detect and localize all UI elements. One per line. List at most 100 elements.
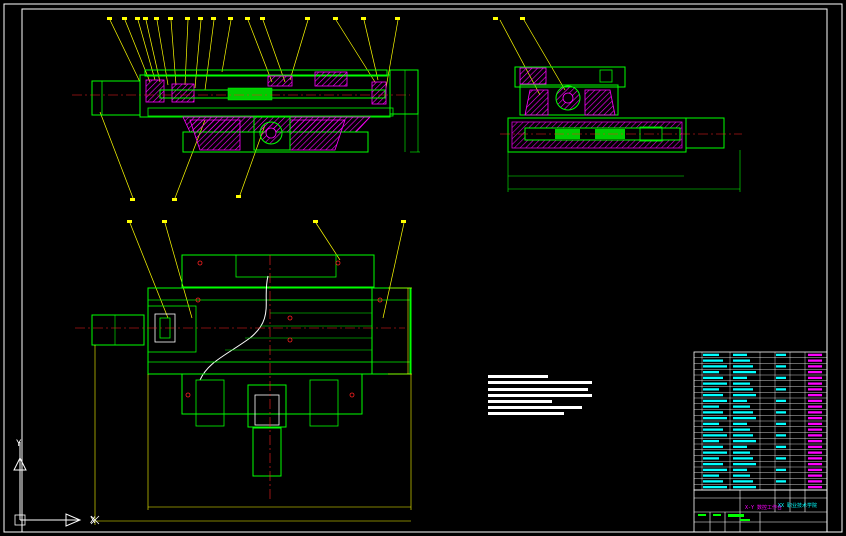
parts-list-code-cell xyxy=(703,457,719,460)
parts-list-note-cell xyxy=(808,388,822,391)
parts-list-code-cell xyxy=(703,359,723,362)
cad-drawing-canvas[interactable]: X-Y 数控工作台 XX 职业技术学院 Y X xyxy=(0,0,846,536)
parts-list-note-cell xyxy=(808,428,822,431)
parts-list-note-cell xyxy=(808,462,822,466)
parts-list-name-cell xyxy=(733,376,747,380)
parts-list-code-cell xyxy=(703,416,727,420)
ucs-y-label: Y xyxy=(16,439,22,449)
parts-list-code-cell xyxy=(703,393,723,397)
plan-view[interactable] xyxy=(75,220,412,525)
parts-list-code-cell xyxy=(703,405,719,408)
side-view[interactable] xyxy=(493,17,742,192)
parts-list-code-cell xyxy=(703,434,727,437)
y-axis-stepper-motor[interactable] xyxy=(685,117,725,149)
parts-list-code-cell xyxy=(703,376,723,380)
parts-list-name-cell xyxy=(733,474,750,477)
drawing-title: X-Y 数控工作台 xyxy=(745,504,782,511)
parts-list-code-cell xyxy=(703,422,719,426)
parts-list-code-cell xyxy=(703,353,719,357)
parts-list-note-cell xyxy=(808,359,822,362)
parts-list-name-cell xyxy=(733,405,750,408)
parts-list-name-cell xyxy=(733,365,753,368)
parts-list-code-cell xyxy=(703,468,727,472)
parts-list-code-cell xyxy=(703,388,719,391)
parts-list-material-cell xyxy=(776,445,786,449)
parts-list-name-cell xyxy=(733,468,747,472)
parts-list-name-cell xyxy=(733,411,753,414)
plan-dimensions xyxy=(94,287,412,525)
plan-hole-marks xyxy=(185,260,383,398)
parts-list-material-cell xyxy=(776,353,786,357)
parts-list-note-cell xyxy=(808,399,822,403)
parts-list-note-cell xyxy=(808,451,822,454)
parts-list-note-cell xyxy=(808,382,822,385)
parts-list-note-cell xyxy=(808,416,822,420)
parts-list-code-cell xyxy=(703,399,727,403)
parts-list-material-cell xyxy=(776,411,786,414)
plan-view-leaders xyxy=(129,222,405,319)
bearing-section-left xyxy=(145,79,165,103)
parts-list-note-cell xyxy=(808,370,822,374)
parts-list-note-cell xyxy=(808,468,822,472)
parts-list-name-cell xyxy=(733,439,756,443)
title-block[interactable]: X-Y 数控工作台 XX 职业技术学院 xyxy=(693,489,828,533)
parts-list-code-cell xyxy=(703,382,727,385)
plan-view-balloons xyxy=(127,220,406,223)
parts-list-name-cell xyxy=(733,434,753,437)
parts-list-note-cell xyxy=(808,480,822,483)
parts-list-code-cell xyxy=(703,480,723,483)
parts-list-code-cell xyxy=(703,474,719,477)
institution-name: XX 职业技术学院 xyxy=(778,502,817,509)
parts-list-code-cell xyxy=(703,485,727,489)
parts-list-name-cell xyxy=(733,370,756,374)
parts-list-note-cell xyxy=(808,434,822,437)
parts-list-note-cell xyxy=(808,405,822,408)
parts-list-material-cell xyxy=(776,434,786,437)
parts-list-name-cell xyxy=(733,422,747,426)
parts-list-name-cell xyxy=(733,480,753,483)
front-view[interactable] xyxy=(72,17,420,201)
parts-list-code-cell xyxy=(703,411,723,414)
plan-y-motor[interactable] xyxy=(252,427,282,477)
parts-list-note-cell xyxy=(808,365,822,368)
parts-list-code-cell xyxy=(703,428,723,431)
parts-list-name-cell xyxy=(733,445,747,449)
parts-list-code-cell xyxy=(703,370,719,374)
plan-y-motor-mount[interactable] xyxy=(247,384,287,428)
technical-requirements xyxy=(488,375,592,415)
parts-list-name-cell xyxy=(733,485,756,489)
title-block-cells xyxy=(698,514,750,521)
parts-list-name-cell xyxy=(733,416,756,420)
parts-list-material-cell xyxy=(776,376,786,380)
parts-list-material-cell xyxy=(776,422,786,426)
parts-list-name-cell xyxy=(733,399,747,403)
parts-list-note-cell xyxy=(808,411,822,414)
side-view-balloons xyxy=(493,17,525,20)
parts-list-note-cell xyxy=(808,474,822,477)
front-view-balloons xyxy=(107,17,400,201)
x-axis-stepper-motor[interactable] xyxy=(91,80,141,116)
plan-x-motor[interactable] xyxy=(91,314,145,346)
parts-list-material-cell xyxy=(776,480,786,483)
parts-list-note-cell xyxy=(808,353,822,357)
parts-list-code-cell xyxy=(703,462,723,466)
parts-list-name-cell xyxy=(733,428,750,431)
parts-list-note-cell xyxy=(808,393,822,397)
parts-list-material-cell xyxy=(776,457,786,460)
parts-list-note-cell xyxy=(808,439,822,443)
parts-list-name-cell xyxy=(733,457,753,460)
ucs-icon: Y X xyxy=(13,439,100,527)
parts-list-name-cell xyxy=(733,451,750,454)
plan-table-slots xyxy=(205,299,372,363)
parts-list-name-cell xyxy=(733,353,747,357)
parts-list-note-cell xyxy=(808,445,822,449)
parts-list-code-cell xyxy=(703,365,727,368)
parts-list-code-cell xyxy=(703,451,727,454)
parts-list-name-cell xyxy=(733,359,750,362)
parts-list-note-cell xyxy=(808,376,822,380)
front-view-leaders xyxy=(99,19,399,199)
parts-list-name-cell xyxy=(733,388,753,391)
parts-list-name-cell xyxy=(733,382,750,385)
parts-list[interactable] xyxy=(693,351,828,491)
parts-list-code-cell xyxy=(703,445,723,449)
